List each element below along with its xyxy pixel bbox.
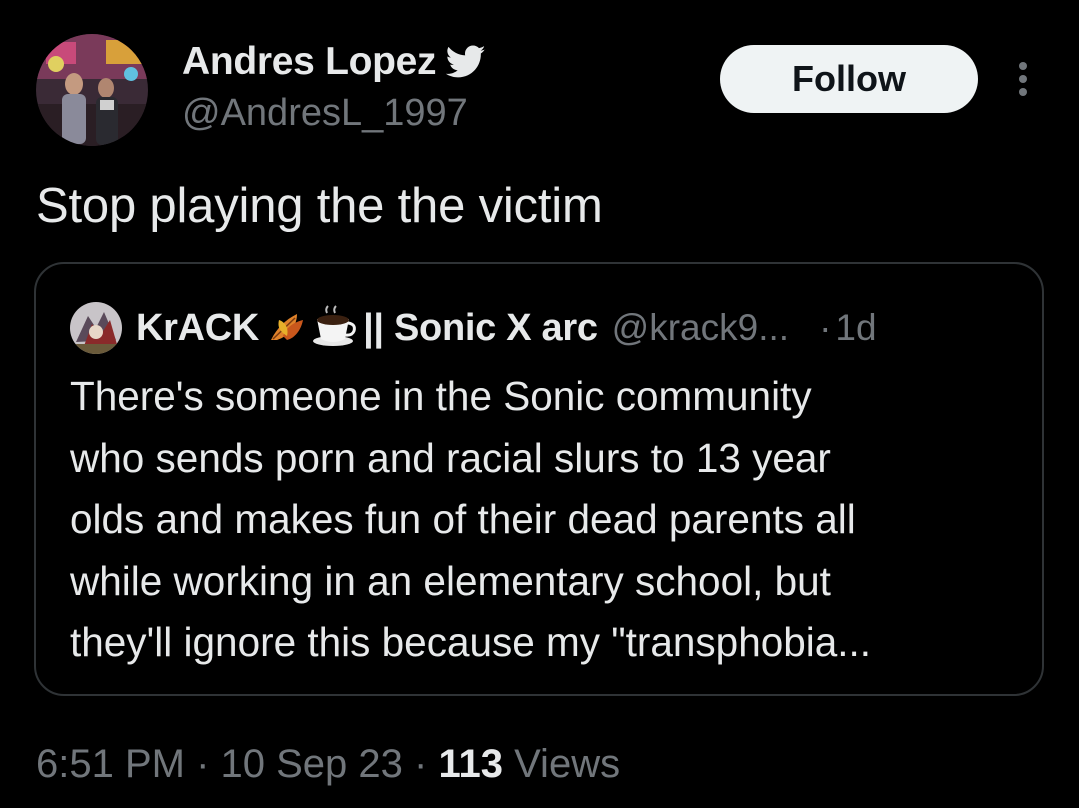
follow-button[interactable]: Follow	[720, 45, 978, 113]
views-label[interactable]: Views	[503, 742, 620, 786]
quoted-tweet-card[interactable]: KrACK || Sonic X arc @krack9... · 1d The…	[34, 262, 1044, 696]
quoted-text-line: while working in an elementary school, b…	[70, 557, 831, 604]
quoted-author-handle[interactable]: @krack9...	[612, 307, 789, 349]
tweet-time[interactable]: 6:51 PM	[36, 742, 185, 786]
meta-separator: ·	[184, 742, 221, 786]
author-avatar[interactable]	[36, 34, 148, 146]
quoted-text-line: they'll ignore this because my "transpho…	[70, 619, 872, 665]
author-handle[interactable]: @AndresL_1997	[182, 92, 468, 135]
quoted-author-name[interactable]: KrACK	[136, 307, 259, 350]
quoted-author-name-suffix: || Sonic X arc	[363, 306, 598, 349]
author-name-row: Andres Lopez	[182, 40, 486, 84]
quoted-text-line: olds and makes fun of their dead parents…	[70, 496, 856, 542]
tweet-meta: 6:51 PM · 10 Sep 23 · 113 Views	[36, 742, 620, 787]
tweet-text: Stop playing the the victim	[36, 179, 603, 233]
twitter-bird-icon	[445, 45, 486, 79]
views-count[interactable]: 113	[438, 742, 503, 786]
quoted-tweet-header: KrACK || Sonic X arc @krack9... · 1d	[70, 302, 877, 354]
quoted-tweet-time[interactable]: 1d	[835, 307, 876, 349]
author-display-name[interactable]: Andres Lopez	[182, 40, 437, 84]
fallen-leaf-icon	[267, 306, 307, 351]
meta-separator: ·	[402, 742, 439, 786]
quoted-author-avatar[interactable]	[70, 302, 122, 354]
more-vertical-icon[interactable]	[1012, 60, 1034, 100]
quoted-tweet-text: There's someone in the Sonic community w…	[70, 366, 1030, 674]
hot-beverage-icon	[311, 304, 357, 352]
tweet-date[interactable]: 10 Sep 23	[221, 742, 403, 786]
quoted-text-line: There's someone in the Sonic community	[70, 373, 812, 419]
quoted-separator-dot: ·	[819, 307, 832, 348]
quoted-text-line: who sends porn and racial slurs to 13 ye…	[70, 434, 831, 481]
